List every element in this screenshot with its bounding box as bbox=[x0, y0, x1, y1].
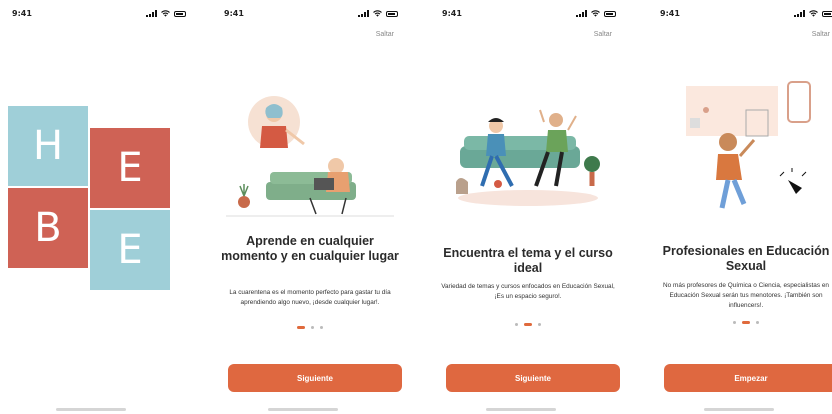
battery-icon bbox=[604, 10, 616, 17]
signal-icon bbox=[146, 10, 157, 17]
screen-description: No más profesores de Química o Ciencia, … bbox=[663, 282, 829, 309]
screen-title: Aprende en cualquier momento y en cualqu… bbox=[221, 234, 399, 263]
logo-tile-e2: E bbox=[90, 210, 170, 290]
wifi-icon bbox=[373, 10, 382, 17]
wifi-icon bbox=[161, 10, 170, 17]
home-indicator bbox=[704, 408, 774, 411]
wifi-icon bbox=[591, 10, 600, 17]
battery-icon bbox=[386, 10, 398, 17]
skip-link[interactable]: Saltar bbox=[376, 31, 394, 38]
illustration-influencer-teacher bbox=[686, 81, 811, 209]
screen-description: La cuarentena es el momento perfecto par… bbox=[229, 289, 391, 306]
page-dot bbox=[733, 321, 736, 324]
page-indicator bbox=[648, 321, 832, 324]
status-bar: 9:41 bbox=[212, 8, 408, 20]
logo-tile-b: B bbox=[8, 188, 88, 268]
page-dot-active bbox=[524, 323, 532, 326]
skip-link[interactable]: Saltar bbox=[812, 31, 830, 38]
logo-tile-h: H bbox=[8, 106, 88, 186]
screen-title: Profesionales en Educación Sexual bbox=[662, 244, 830, 273]
page-dot bbox=[515, 323, 518, 326]
page-indicator bbox=[212, 326, 408, 329]
start-button[interactable]: Empezar bbox=[664, 364, 832, 392]
battery-icon bbox=[822, 10, 832, 17]
splash-screen: 9:41 H E B E bbox=[0, 0, 196, 414]
skip-link[interactable]: Saltar bbox=[594, 31, 612, 38]
page-dot bbox=[756, 321, 759, 324]
wifi-icon bbox=[809, 10, 818, 17]
page-dot bbox=[311, 326, 314, 329]
next-button[interactable]: Siguiente bbox=[446, 364, 620, 392]
home-indicator bbox=[56, 408, 126, 411]
status-bar: 9:41 bbox=[0, 8, 196, 20]
status-time: 9:41 bbox=[12, 9, 32, 18]
onboarding-screen-2: 9:41 Saltar Encuentra el tema y el curso… bbox=[430, 0, 626, 414]
page-dot bbox=[320, 326, 323, 329]
page-indicator bbox=[430, 323, 626, 326]
status-time: 9:41 bbox=[224, 9, 244, 18]
screen-title: Encuentra el tema y el curso ideal bbox=[443, 246, 613, 275]
onboarding-screen-3: 9:41 Saltar Profesionales en Educación S… bbox=[648, 0, 832, 414]
status-time: 9:41 bbox=[660, 9, 680, 18]
screen-description: Variedad de temas y cursos enfocados en … bbox=[441, 283, 615, 300]
hebe-logo: H E B E bbox=[8, 106, 172, 290]
illustration-remote-learning bbox=[226, 96, 394, 217]
page-dot-active bbox=[297, 326, 305, 329]
status-bar: 9:41 bbox=[648, 8, 832, 20]
page-dot bbox=[538, 323, 541, 326]
status-time: 9:41 bbox=[442, 9, 462, 18]
battery-icon bbox=[174, 10, 186, 17]
status-bar: 9:41 bbox=[430, 8, 626, 20]
signal-icon bbox=[576, 10, 587, 17]
onboarding-screen-1: 9:41 Saltar Aprende en cualquier momento… bbox=[212, 0, 408, 414]
onboarding-strip: 9:41 H E B E 9:41 Saltar Aprende en cual… bbox=[0, 0, 832, 414]
home-indicator bbox=[268, 408, 338, 411]
signal-icon bbox=[358, 10, 369, 17]
illustration-couch-friends bbox=[456, 109, 600, 206]
page-dot-active bbox=[742, 321, 750, 324]
home-indicator bbox=[486, 408, 556, 411]
next-button[interactable]: Siguiente bbox=[228, 364, 402, 392]
logo-tile-e1: E bbox=[90, 128, 170, 208]
signal-icon bbox=[794, 10, 805, 17]
